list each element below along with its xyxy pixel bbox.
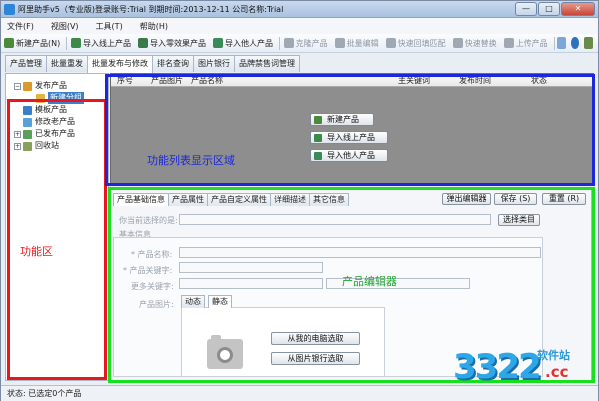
match-icon <box>385 38 396 48</box>
tab-batch-publish-edit[interactable]: 批量发布与修改 <box>87 55 153 73</box>
tab-product-manage[interactable]: 产品管理 <box>5 55 47 72</box>
download-icon <box>70 38 81 48</box>
watermark-site: 软件站 <box>537 349 570 362</box>
folder-icon <box>23 81 32 91</box>
window-title: 阿里助手v5（专业版)登录账号:Trial 到期时间:2013-12-11 公司… <box>18 5 284 14</box>
editor-area-annotation: 产品编辑器 <box>342 275 397 288</box>
quick-replace-button[interactable]: 快速替换 <box>452 35 498 51</box>
close-button[interactable]: ✕ <box>561 2 595 16</box>
upload-product-button[interactable]: 上传产品 <box>503 35 549 51</box>
clone-product-button[interactable]: 克隆产品 <box>283 35 329 51</box>
watermark-domain: .cc <box>545 363 569 381</box>
edit-icon <box>334 38 345 48</box>
download-icon <box>137 38 148 48</box>
app-logo-icon <box>4 4 15 15</box>
tree-node-publish[interactable]: − 发布产品 <box>14 80 84 92</box>
app-window: 阿里助手v5（专业版)登录账号:Trial 到期时间:2013-12-11 公司… <box>0 0 599 401</box>
watermark-number: 3322 <box>453 347 542 387</box>
tab-batch-republish[interactable]: 批量重发 <box>46 55 88 72</box>
list-area-highlight <box>105 74 595 186</box>
function-area-annotation: 功能区 <box>20 245 53 258</box>
function-area-highlight <box>7 99 107 380</box>
import-zero-effect-button[interactable]: 导入零效果产品 <box>137 35 207 51</box>
new-product-icon <box>4 38 14 48</box>
main-tabs: 产品管理 批量重发 批量发布与修改 排名查询 图片银行 品牌禁售词管理 <box>5 55 300 73</box>
menu-help[interactable]: 帮助(H) <box>140 21 168 32</box>
site-watermark: 3322 软件站 .cc <box>453 341 593 391</box>
menu-file[interactable]: 文件(F) <box>7 21 34 32</box>
menu-bar: 文件(F) 视图(V) 工具(T) 帮助(H) <box>1 18 598 34</box>
tab-ranking-query[interactable]: 排名查询 <box>152 55 194 72</box>
toolbar: 新建产品(N) 导入线上产品 导入零效果产品 导入他人产品 克隆产品 批量编辑 … <box>1 34 598 53</box>
tab-banned-words[interactable]: 品牌禁售词管理 <box>234 55 300 72</box>
clone-icon <box>283 38 294 48</box>
status-text: 已选定0个产品 <box>28 389 82 398</box>
menu-tools[interactable]: 工具(T) <box>96 21 123 32</box>
new-product-button[interactable]: 新建产品(N) <box>3 35 61 51</box>
toolbar-divider <box>66 36 67 50</box>
settings-icon[interactable] <box>557 37 566 49</box>
status-label: 状态: <box>7 389 26 398</box>
download-icon <box>212 38 223 48</box>
maximize-button[interactable]: □ <box>538 2 560 16</box>
help-icon[interactable] <box>570 37 580 49</box>
batch-edit-button[interactable]: 批量编辑 <box>334 35 380 51</box>
import-others-button[interactable]: 导入他人产品 <box>212 35 274 51</box>
quick-fill-button[interactable]: 快速回填匹配 <box>385 35 447 51</box>
collapse-icon[interactable]: − <box>14 82 21 90</box>
minimize-button[interactable]: — <box>515 2 537 16</box>
upload-icon <box>503 38 514 48</box>
menu-view[interactable]: 视图(V) <box>51 21 79 32</box>
import-online-button[interactable]: 导入线上产品 <box>70 35 132 51</box>
tab-image-bank[interactable]: 图片银行 <box>193 55 235 72</box>
replace-icon <box>452 38 463 48</box>
list-area-annotation: 功能列表显示区域 <box>147 154 235 167</box>
title-bar: 阿里助手v5（专业版)登录账号:Trial 到期时间:2013-12-11 公司… <box>1 1 598 18</box>
toolbar-divider <box>553 36 555 50</box>
user-icon[interactable] <box>584 37 594 49</box>
toolbar-divider <box>278 36 280 50</box>
